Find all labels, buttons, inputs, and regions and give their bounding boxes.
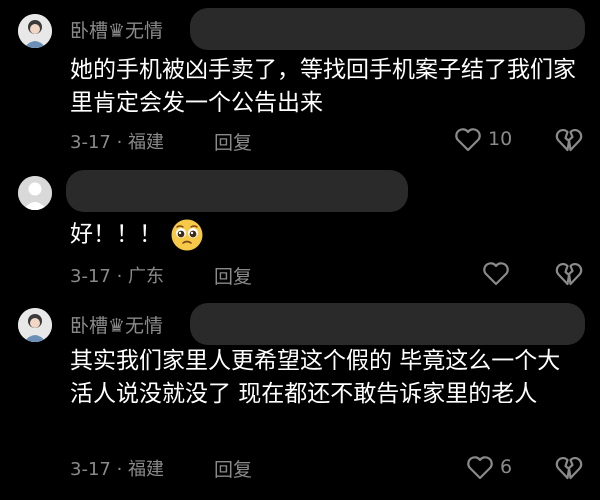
reply-button[interactable]: 回复 — [214, 128, 252, 155]
avatar[interactable] — [18, 308, 52, 342]
dislike-button[interactable] — [555, 126, 583, 152]
comment-text-content: 好！！！ — [70, 221, 162, 248]
comment-meta: 3-17 · 福建 — [70, 459, 165, 480]
like-button[interactable]: 10 — [454, 124, 512, 154]
broken-heart-icon — [555, 260, 583, 286]
avatar[interactable] — [18, 176, 52, 210]
dislike-button[interactable] — [555, 260, 583, 286]
like-count: 10 — [488, 128, 513, 150]
like-count: 6 — [500, 456, 513, 478]
comment-meta: 3-17 · 广东 — [70, 266, 165, 287]
like-button[interactable]: 6 — [466, 452, 512, 482]
like-button[interactable] — [482, 258, 516, 288]
redaction-bar — [66, 170, 408, 212]
pleading-face-emoji — [170, 218, 204, 252]
comment-text: 好！！！ — [70, 218, 580, 252]
reply-button[interactable]: 回复 — [214, 455, 252, 482]
comment-text: 其实我们家里人更希望这个假的 毕竟这么一个大活人说没就没了 现在都还不敢告诉家里… — [70, 348, 561, 407]
comment-meta: 3-17 · 福建 — [70, 132, 165, 153]
broken-heart-icon — [555, 454, 583, 480]
comment-text: 她的手机被凶手卖了，等找回手机案子结了我们家里肯定会发一个公告出来 — [70, 57, 576, 116]
broken-heart-icon — [555, 126, 583, 152]
reply-button[interactable]: 回复 — [214, 262, 252, 289]
username[interactable]: 卧槽♛无情 — [70, 16, 163, 43]
heart-outline-icon — [482, 260, 510, 286]
redaction-bar — [190, 8, 585, 50]
heart-outline-icon — [466, 454, 494, 480]
heart-outline-icon — [454, 126, 482, 152]
avatar[interactable] — [18, 14, 52, 48]
dislike-button[interactable] — [555, 454, 583, 480]
redaction-bar — [190, 303, 585, 345]
username[interactable]: 卧槽♛无情 — [70, 311, 163, 338]
